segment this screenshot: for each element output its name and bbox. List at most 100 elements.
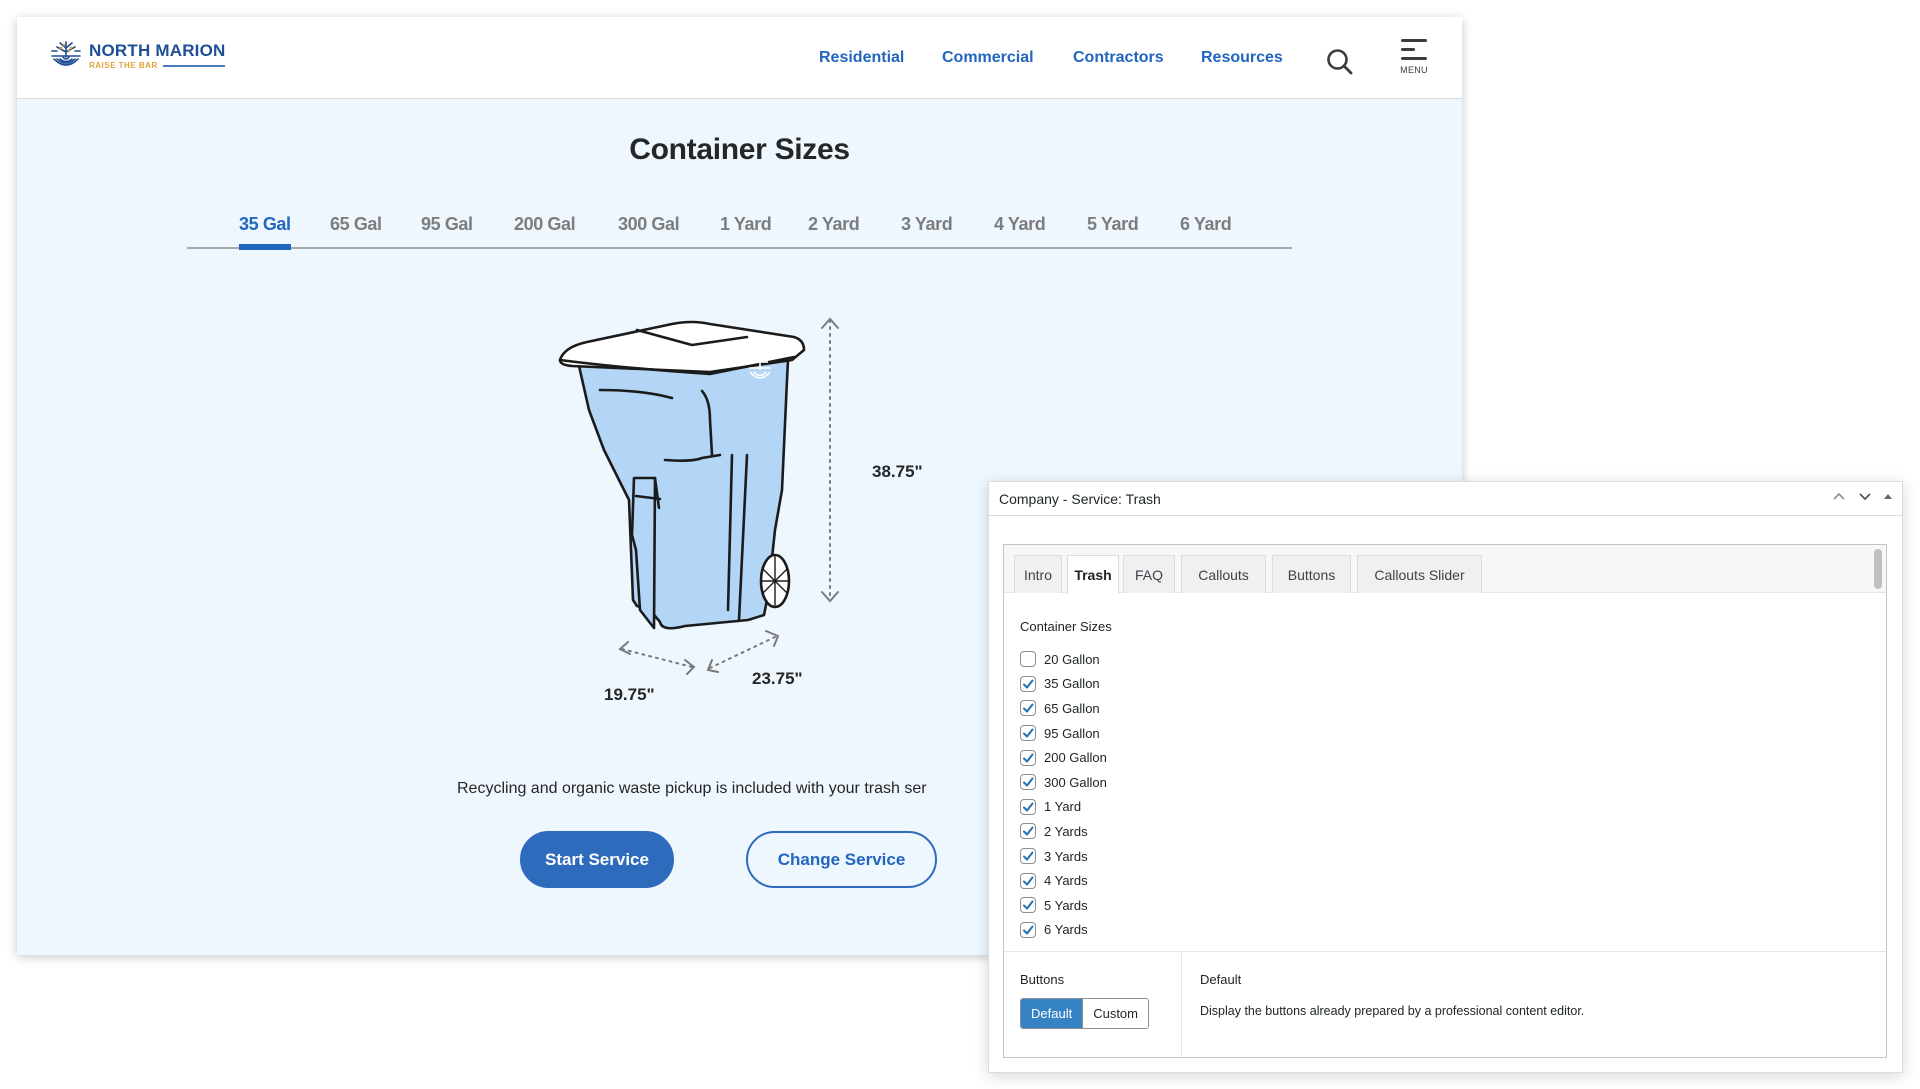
start-service-button[interactable]: Start Service xyxy=(520,831,674,888)
checkbox-label: 1 Yard xyxy=(1044,799,1082,815)
service-note: Recycling and organic waste pickup is in… xyxy=(457,780,927,797)
panel-body: Intro Trash FAQ Callouts Buttons Callout… xyxy=(1003,544,1887,1058)
checkbox[interactable] xyxy=(1020,798,1036,815)
container-size-option[interactable]: 6 Yards xyxy=(1020,918,1107,943)
size-tab-65-gal[interactable]: 65 Gal xyxy=(330,214,382,249)
size-tab-2-yard[interactable]: 2 Yard xyxy=(808,214,860,249)
checkbox[interactable] xyxy=(1020,848,1036,865)
trash-bin-icon xyxy=(558,317,839,675)
tab-trash[interactable]: Trash xyxy=(1067,555,1119,594)
checkbox-label: 200 Gallon xyxy=(1044,750,1107,766)
triangle-up-icon xyxy=(1884,494,1892,499)
tab-buttons[interactable]: Buttons xyxy=(1272,555,1351,593)
nav-resources[interactable]: Resources xyxy=(1201,49,1283,67)
nav-residential[interactable]: Residential xyxy=(819,49,904,67)
checkbox[interactable] xyxy=(1020,872,1036,889)
size-tab-5-yard[interactable]: 5 Yard xyxy=(1087,214,1139,249)
container-size-option[interactable]: 200 Gallon xyxy=(1020,745,1107,770)
checkmark-icon xyxy=(1023,679,1034,689)
checkbox[interactable] xyxy=(1020,700,1036,717)
checkmark-icon xyxy=(1023,900,1034,910)
nav-commercial[interactable]: Commercial xyxy=(942,49,1034,67)
container-size-option[interactable]: 1 Yard xyxy=(1020,795,1107,820)
move-down-button[interactable] xyxy=(1858,489,1872,506)
default-option-button[interactable]: Default xyxy=(1021,999,1083,1028)
container-size-option[interactable]: 3 Yards xyxy=(1020,844,1107,869)
height-dimension: 38.75" xyxy=(872,462,923,481)
checkbox[interactable] xyxy=(1020,725,1036,742)
site-header: NORTH MARION RAISE THE BAR Residential C… xyxy=(17,17,1462,99)
checkmark-icon xyxy=(1023,925,1034,935)
search-icon xyxy=(1327,49,1353,75)
checkbox-label: 2 Yards xyxy=(1044,823,1088,839)
tree-logo-icon xyxy=(51,41,81,66)
nav-contractors[interactable]: Contractors xyxy=(1073,49,1164,67)
menu-button[interactable]: MENU xyxy=(1397,37,1431,85)
checkbox[interactable] xyxy=(1020,774,1036,791)
container-size-option[interactable]: 65 Gallon xyxy=(1020,696,1107,721)
checkbox[interactable] xyxy=(1020,675,1036,692)
size-tab-1-yard[interactable]: 1 Yard xyxy=(720,214,772,249)
checkbox[interactable] xyxy=(1020,651,1036,668)
move-up-button[interactable] xyxy=(1832,489,1846,506)
trash-bin-illustration: 38.75" 19.75" 23.75" xyxy=(542,310,962,710)
buttons-mode-title: Default xyxy=(1200,972,1242,987)
search-button[interactable] xyxy=(1325,47,1355,77)
brand-logo[interactable]: NORTH MARION RAISE THE BAR xyxy=(49,39,226,73)
panel-header: Company - Service: Trash xyxy=(989,482,1902,516)
hamburger-menu-icon xyxy=(1397,37,1431,60)
container-size-option[interactable]: 5 Yards xyxy=(1020,893,1107,918)
container-size-option[interactable]: 4 Yards xyxy=(1020,868,1107,893)
container-size-option[interactable]: 2 Yards xyxy=(1020,819,1107,844)
buttons-mode-toggle: Default Custom xyxy=(1020,998,1149,1029)
size-tab-4-yard[interactable]: 4 Yard xyxy=(994,214,1046,249)
checkbox[interactable] xyxy=(1020,749,1036,766)
checkbox[interactable] xyxy=(1020,921,1036,938)
buttons-field-row: Buttons Default Custom Default Display t… xyxy=(1004,951,1886,1058)
cms-editor-panel: Company - Service: Trash Intro Trash FAQ… xyxy=(988,481,1903,1073)
checkmark-icon xyxy=(1023,876,1034,886)
checkmark-icon xyxy=(1023,703,1034,713)
scrollbar[interactable] xyxy=(1874,549,1882,589)
checkmark-icon xyxy=(1023,753,1034,763)
panel-title: Company - Service: Trash xyxy=(999,491,1161,507)
tab-faq[interactable]: FAQ xyxy=(1123,555,1175,593)
size-tab-300-gal[interactable]: 300 Gal xyxy=(618,214,680,249)
size-tab-6-yard[interactable]: 6 Yard xyxy=(1180,214,1232,249)
checkbox[interactable] xyxy=(1020,823,1036,840)
tab-intro[interactable]: Intro xyxy=(1014,555,1062,593)
container-size-option[interactable]: 35 Gallon xyxy=(1020,672,1107,697)
size-tab-95-gal[interactable]: 95 Gal xyxy=(421,214,473,249)
size-tab-3-yard[interactable]: 3 Yard xyxy=(901,214,953,249)
container-size-option[interactable]: 300 Gallon xyxy=(1020,770,1107,795)
tab-callouts[interactable]: Callouts xyxy=(1181,555,1266,593)
container-size-tabs: 35 Gal 65 Gal 95 Gal 200 Gal 300 Gal 1 Y… xyxy=(187,214,1292,250)
checkbox-label: 5 Yards xyxy=(1044,897,1088,913)
checkbox-label: 20 Gallon xyxy=(1044,651,1100,667)
container-size-checkboxes: 20 Gallon 35 Gallon 65 Gallon 95 Gallon 200 … xyxy=(1020,647,1107,942)
menu-label: MENU xyxy=(1400,65,1428,75)
checkbox-label: 6 Yards xyxy=(1044,922,1088,938)
checkmark-icon xyxy=(1023,802,1034,812)
tab-callouts-slider[interactable]: Callouts Slider xyxy=(1357,555,1482,593)
container-sizes-label: Container Sizes xyxy=(1020,619,1112,634)
checkbox-label: 35 Gallon xyxy=(1044,676,1100,692)
page-title: Container Sizes xyxy=(629,133,850,166)
size-tab-35-gal[interactable]: 35 Gal xyxy=(239,214,291,250)
collapse-panel-button[interactable] xyxy=(1882,489,1894,506)
checkmark-icon xyxy=(1023,851,1034,861)
chevron-down-icon xyxy=(1859,493,1871,501)
brand-name: NORTH MARION xyxy=(89,41,226,60)
checkbox-label: 95 Gallon xyxy=(1044,725,1100,741)
brand-tagline: RAISE THE BAR xyxy=(89,61,158,70)
buttons-field-label: Buttons xyxy=(1020,972,1065,987)
size-tab-200-gal[interactable]: 200 Gal xyxy=(514,214,576,249)
custom-option-button[interactable]: Custom xyxy=(1082,999,1148,1028)
container-size-option[interactable]: 95 Gallon xyxy=(1020,721,1107,746)
checkbox[interactable] xyxy=(1020,897,1036,914)
checkmark-icon xyxy=(1023,728,1034,738)
change-service-button[interactable]: Change Service xyxy=(746,831,937,888)
checkbox-label: 300 Gallon xyxy=(1044,774,1107,790)
container-size-option[interactable]: 20 Gallon xyxy=(1020,647,1107,672)
checkmark-icon xyxy=(1023,826,1034,836)
